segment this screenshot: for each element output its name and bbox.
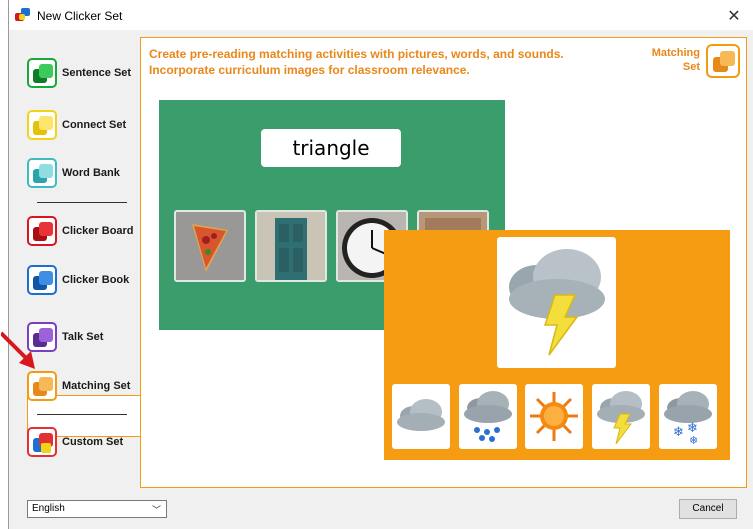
sun-icon[interactable] [525,384,583,449]
clicker-book-icon [27,265,57,295]
sidebar-divider [37,202,127,203]
sidebar-item-sentence-set[interactable]: Sentence Set [27,57,131,89]
door-photo [255,210,327,282]
close-icon[interactable]: ✕ [724,6,744,26]
svg-text:❄: ❄ [673,425,684,440]
window-title: New Clicker Set [37,9,123,23]
sidebar: Sentence Set Connect Set Word Bank Click… [9,30,141,488]
set-type-label-line: Matching [651,47,700,59]
footer-bar: English ﹀ Cancel [9,490,753,529]
description-line: Create pre-reading matching activities w… [149,47,564,61]
sidebar-item-label: Clicker Book [62,274,130,286]
description: Create pre-reading matching activities w… [149,46,564,78]
language-select[interactable]: English ﹀ [27,500,167,518]
storm-cloud-icon [497,237,616,368]
app-icon [15,8,31,22]
sidebar-item-clicker-book[interactable]: Clicker Book [27,264,129,296]
sidebar-item-label: Sentence Set [62,67,132,79]
cancel-button[interactable]: Cancel [679,499,737,519]
dialog-window: New Clicker Set ✕ Sentence Set Connect S… [1,0,753,529]
sidebar-item-clicker-board[interactable]: Clicker Board [27,215,134,247]
sidebar-item-label: Connect Set [62,119,127,131]
snow-cloud-icon[interactable]: ❄ ❄ ❄ [659,384,717,449]
sentence-set-icon [27,58,57,88]
set-type-label: Matching Set [652,46,700,74]
chevron-down-icon: ﹀ [151,505,161,515]
pointer-arrow-icon [1,331,35,369]
pizza-slice-photo [174,210,246,282]
set-type-label-line: Set [682,61,700,73]
sidebar-item-label: Word Bank [62,167,120,179]
sidebar-item-connect-set[interactable]: Connect Set [27,109,126,141]
sidebar-item-word-bank[interactable]: Word Bank [27,157,120,189]
sidebar-item-label: Matching Set [62,380,131,392]
sidebar-item-label: Clicker Board [62,225,134,237]
sidebar-divider [37,414,127,415]
connect-set-icon [27,110,57,140]
lightning-cloud-icon[interactable] [592,384,650,449]
description-line: Incorporate curriculum images for classr… [149,63,470,77]
picture-matching-preview: ❄ ❄ ❄ [384,230,730,460]
svg-text:❄: ❄ [689,434,698,447]
rain-cloud-icon[interactable] [459,384,517,449]
preview-panel: Create pre-reading matching activities w… [140,37,747,488]
sidebar-item-custom-set[interactable]: Custom Set [27,426,123,458]
title-bar: New Clicker Set ✕ [9,0,753,30]
matching-set-badge-icon [706,44,740,78]
sidebar-item-label: Custom Set [62,436,124,448]
sidebar-item-label: Talk Set [62,331,104,343]
clicker-board-icon [27,216,57,246]
cloud-icon[interactable] [392,384,450,449]
custom-set-icon [27,427,57,457]
target-word: triangle [261,129,401,167]
word-bank-icon [27,158,57,188]
sidebar-item-matching-set[interactable]: Matching Set [27,370,130,402]
language-select-value: English [32,503,65,514]
